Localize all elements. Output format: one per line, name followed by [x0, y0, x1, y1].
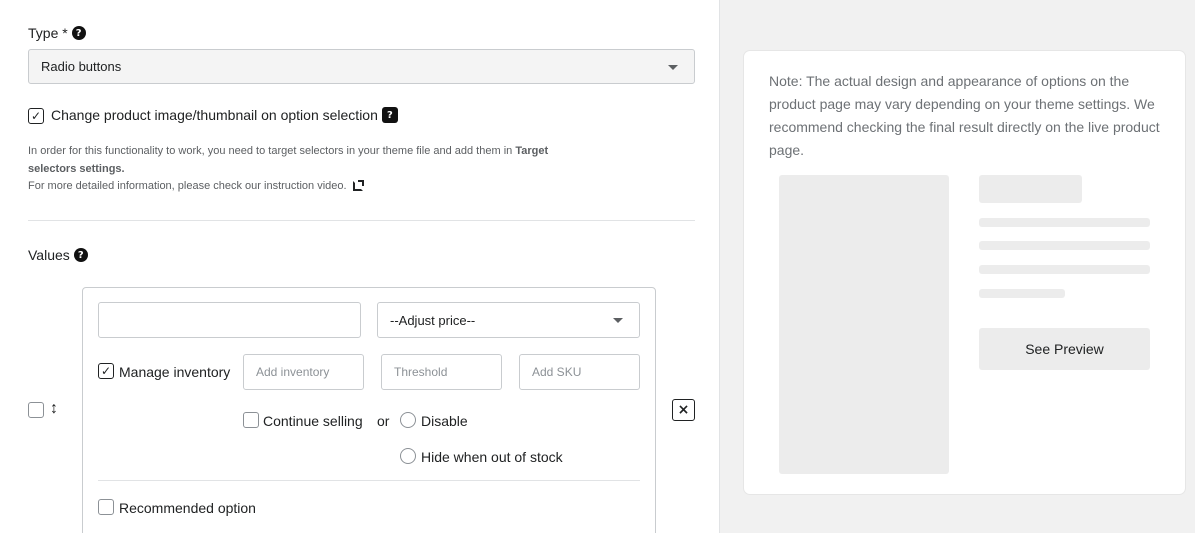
type-label-row: Type * ?	[28, 25, 86, 41]
type-label: Type *	[28, 25, 68, 41]
hide-out-of-stock-radio[interactable]	[400, 448, 416, 464]
text-line-placeholder	[979, 265, 1150, 274]
help-icon[interactable]: ?	[381, 107, 398, 123]
text-line-placeholder	[979, 241, 1150, 250]
value-row-divider	[98, 480, 640, 481]
drag-handle-icon[interactable]: ↕	[50, 400, 58, 418]
chevron-down-icon	[668, 64, 678, 70]
target-selectors-link-part1[interactable]: Target	[515, 145, 548, 157]
disable-radio[interactable]	[400, 412, 416, 428]
continue-selling-label: Continue selling	[263, 413, 363, 429]
video-help-text: For more detailed information, please ch…	[28, 180, 347, 192]
see-preview-label: See Preview	[1025, 341, 1104, 357]
help-icon[interactable]: ?	[73, 248, 88, 262]
hide-out-of-stock-label: Hide when out of stock	[421, 449, 563, 465]
add-inventory-input[interactable]: Add inventory	[243, 354, 364, 390]
change-image-label-row: Change product image/thumbnail on option…	[51, 107, 398, 123]
target-selectors-link-part2[interactable]: selectors settings.	[28, 163, 125, 175]
product-image-placeholder	[779, 175, 949, 474]
external-link-icon[interactable]	[352, 180, 364, 191]
video-help-row: For more detailed information, please ch…	[28, 180, 364, 192]
threshold-placeholder: Threshold	[394, 365, 448, 379]
help-text-prefix: In order for this functionality to work,…	[28, 145, 516, 157]
values-label-row: Values ?	[28, 247, 88, 263]
sku-placeholder: Add SKU	[532, 365, 582, 379]
preview-note: Note: The actual design and appearance o…	[769, 73, 1160, 158]
text-line-placeholder	[979, 289, 1065, 298]
option-settings-panel: Type * ? Radio buttons ✓ Change product …	[0, 0, 720, 533]
adjust-price-value: --Adjust price--	[390, 312, 476, 328]
value-select-checkbox[interactable]	[28, 402, 44, 418]
or-label: or	[377, 413, 390, 429]
remove-value-button[interactable]: ×	[672, 399, 695, 421]
change-image-label: Change product image/thumbnail on option…	[51, 107, 378, 123]
title-placeholder	[979, 175, 1082, 203]
see-preview-button[interactable]: See Preview	[979, 328, 1150, 370]
sku-input[interactable]: Add SKU	[519, 354, 640, 390]
continue-selling-checkbox[interactable]	[243, 412, 259, 428]
help-icon[interactable]: ?	[71, 26, 86, 40]
type-select[interactable]: Radio buttons	[28, 49, 695, 84]
text-line-placeholder	[979, 218, 1150, 227]
disable-label: Disable	[421, 413, 468, 429]
adjust-price-select[interactable]: --Adjust price--	[377, 302, 640, 338]
checkmark-icon: ✓	[30, 109, 42, 123]
change-image-help-text: In order for this functionality to work,…	[28, 142, 668, 178]
chevron-down-icon	[613, 318, 623, 323]
threshold-input[interactable]: Threshold	[381, 354, 502, 390]
value-name-input[interactable]	[98, 302, 361, 338]
checkmark-icon: ✓	[100, 364, 112, 378]
close-icon: ×	[677, 402, 690, 418]
section-divider	[28, 220, 695, 221]
values-label: Values	[28, 247, 70, 263]
manage-inventory-label: Manage inventory	[119, 364, 231, 380]
add-inventory-placeholder: Add inventory	[256, 365, 330, 379]
change-image-checkbox[interactable]: ✓	[28, 108, 44, 124]
recommended-option-label: Recommended option	[119, 500, 256, 516]
manage-inventory-checkbox[interactable]: ✓	[98, 363, 114, 379]
type-select-value: Radio buttons	[41, 59, 122, 74]
recommended-option-checkbox[interactable]	[98, 499, 114, 515]
